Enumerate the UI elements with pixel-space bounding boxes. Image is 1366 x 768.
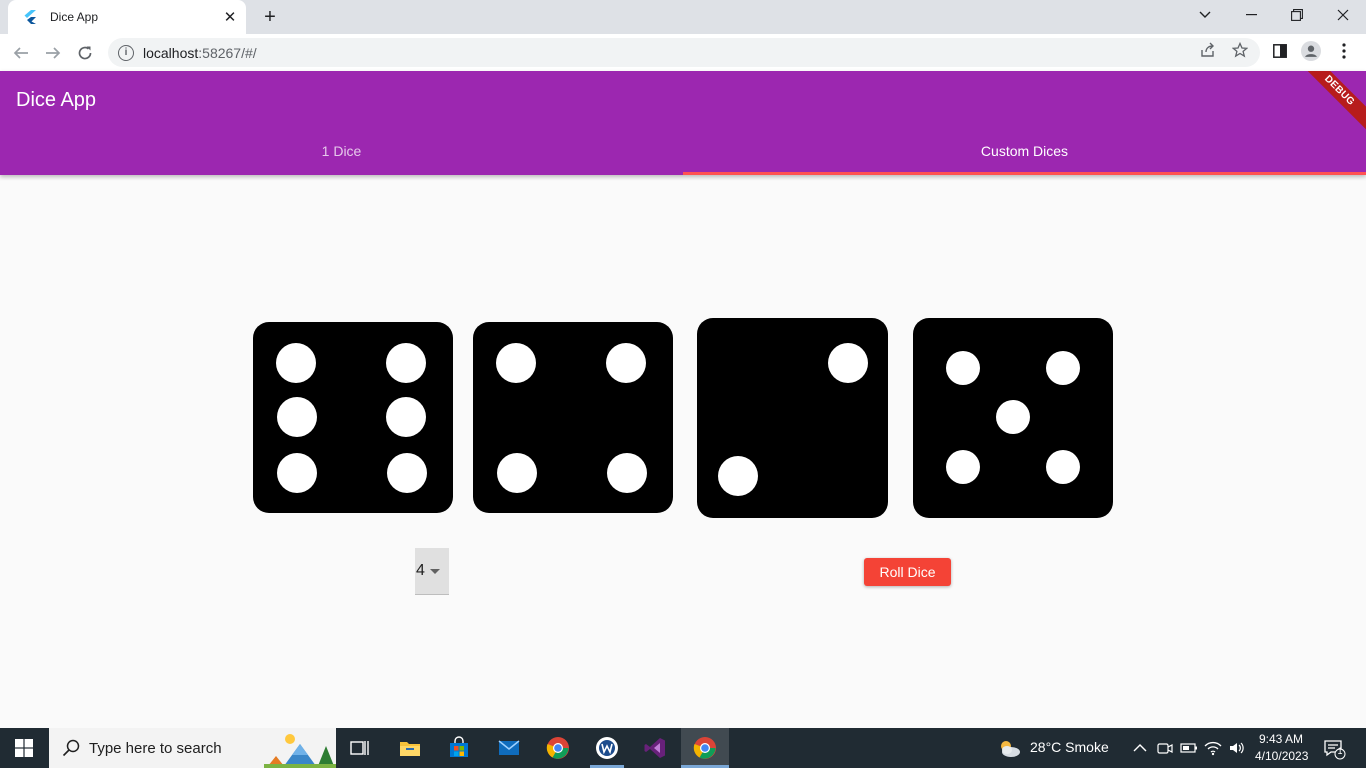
die-pip (386, 397, 426, 437)
search-icon (62, 739, 80, 757)
reload-icon[interactable] (72, 40, 98, 66)
restore-icon[interactable] (1274, 0, 1320, 30)
die-pip (718, 456, 758, 496)
die-2 (473, 322, 673, 513)
task-view-icon[interactable] (348, 736, 372, 760)
taskbar-clock[interactable]: 9:43 AM 4/10/2023 (1255, 731, 1309, 765)
die-pip (386, 343, 426, 383)
browser-tab[interactable]: Dice App ✕ (8, 0, 246, 34)
die-pip (387, 453, 427, 493)
die-pip (277, 453, 317, 493)
tab-1-dice[interactable]: 1 Dice (0, 127, 683, 175)
new-tab-button[interactable]: + (258, 6, 282, 28)
app-title: Dice App (16, 89, 97, 111)
address-url: localhost:58267/#/ (143, 44, 257, 61)
die-pip (276, 343, 316, 383)
die-pip (1046, 450, 1080, 484)
taskbar-search[interactable]: Type here to search (49, 728, 336, 768)
weather-cloud-icon[interactable] (996, 736, 1022, 760)
die-3 (697, 318, 888, 518)
back-icon[interactable] (8, 40, 34, 66)
chrome-icon[interactable] (546, 736, 570, 760)
app-w-icon[interactable] (595, 736, 619, 760)
tab-close-icon[interactable]: ✕ (220, 7, 240, 27)
die-4 (913, 318, 1113, 518)
microsoft-store-icon[interactable] (447, 736, 471, 760)
battery-icon[interactable] (1179, 736, 1199, 760)
browser-menu-icon[interactable] (1334, 40, 1354, 62)
die-1 (253, 322, 453, 513)
dice-count-dropdown[interactable]: 4 (415, 548, 449, 595)
side-panel-icon[interactable] (1270, 40, 1290, 62)
browser-tab-title: Dice App (50, 10, 99, 24)
browser-tabstrip: Dice App ✕ + (0, 0, 1366, 34)
flutter-favicon-icon (22, 9, 38, 25)
tab-indicator (683, 172, 1366, 175)
profile-avatar-icon[interactable] (1301, 40, 1321, 62)
chrome-active-icon (693, 736, 717, 760)
die-pip (996, 400, 1030, 434)
chrome-active-task[interactable] (681, 728, 729, 768)
dice-count-value: 4 (416, 562, 425, 579)
bookmark-star-icon[interactable] (1231, 41, 1249, 59)
windows-start-icon[interactable] (0, 728, 48, 768)
taskbar: Type here to search 28°C Smoke 9:43 AM 4… (0, 728, 1366, 768)
notifications-icon[interactable]: 1 (1322, 736, 1346, 760)
minimize-icon[interactable] (1228, 0, 1274, 30)
clock-time: 9:43 AM (1258, 732, 1304, 746)
site-info-icon[interactable]: i (118, 44, 134, 61)
die-pip (946, 351, 980, 385)
die-pip (946, 450, 980, 484)
die-pip (828, 343, 868, 383)
die-pip (607, 453, 647, 493)
roll-dice-button[interactable]: Roll Dice (864, 558, 951, 586)
address-bar[interactable]: i localhost:58267/#/ (108, 38, 1260, 67)
search-highlight-illustration-icon (264, 734, 336, 768)
forward-icon[interactable] (40, 40, 66, 66)
volume-icon[interactable] (1227, 736, 1247, 760)
tab-custom-dices[interactable]: Custom Dices (683, 127, 1366, 175)
weather-text[interactable]: 28°C Smoke (1030, 739, 1109, 755)
browser-toolbar: i localhost:58267/#/ (0, 34, 1366, 71)
meet-now-icon[interactable] (1155, 736, 1175, 760)
debug-banner: DEBUG (1294, 71, 1366, 136)
die-pip (497, 453, 537, 493)
die-pip (606, 343, 646, 383)
clock-date: 4/10/2023 (1255, 749, 1309, 763)
die-pip (277, 397, 317, 437)
show-hidden-icons-chevron-icon[interactable] (1130, 736, 1150, 760)
dropdown-arrow-icon (429, 568, 440, 574)
close-window-icon[interactable] (1320, 0, 1366, 30)
wifi-icon[interactable] (1203, 736, 1223, 760)
share-icon[interactable] (1199, 41, 1217, 59)
mail-icon[interactable] (497, 736, 521, 760)
file-explorer-icon[interactable] (398, 736, 422, 760)
visual-studio-icon[interactable] (643, 736, 667, 760)
app-bar: Dice App 1 Dice Custom Dices DEBUG (0, 71, 1366, 175)
die-pip (496, 343, 536, 383)
die-pip (1046, 351, 1080, 385)
tab-search-icon[interactable] (1182, 0, 1228, 30)
search-placeholder: Type here to search (89, 739, 222, 757)
notification-count: 1 (1337, 746, 1343, 756)
